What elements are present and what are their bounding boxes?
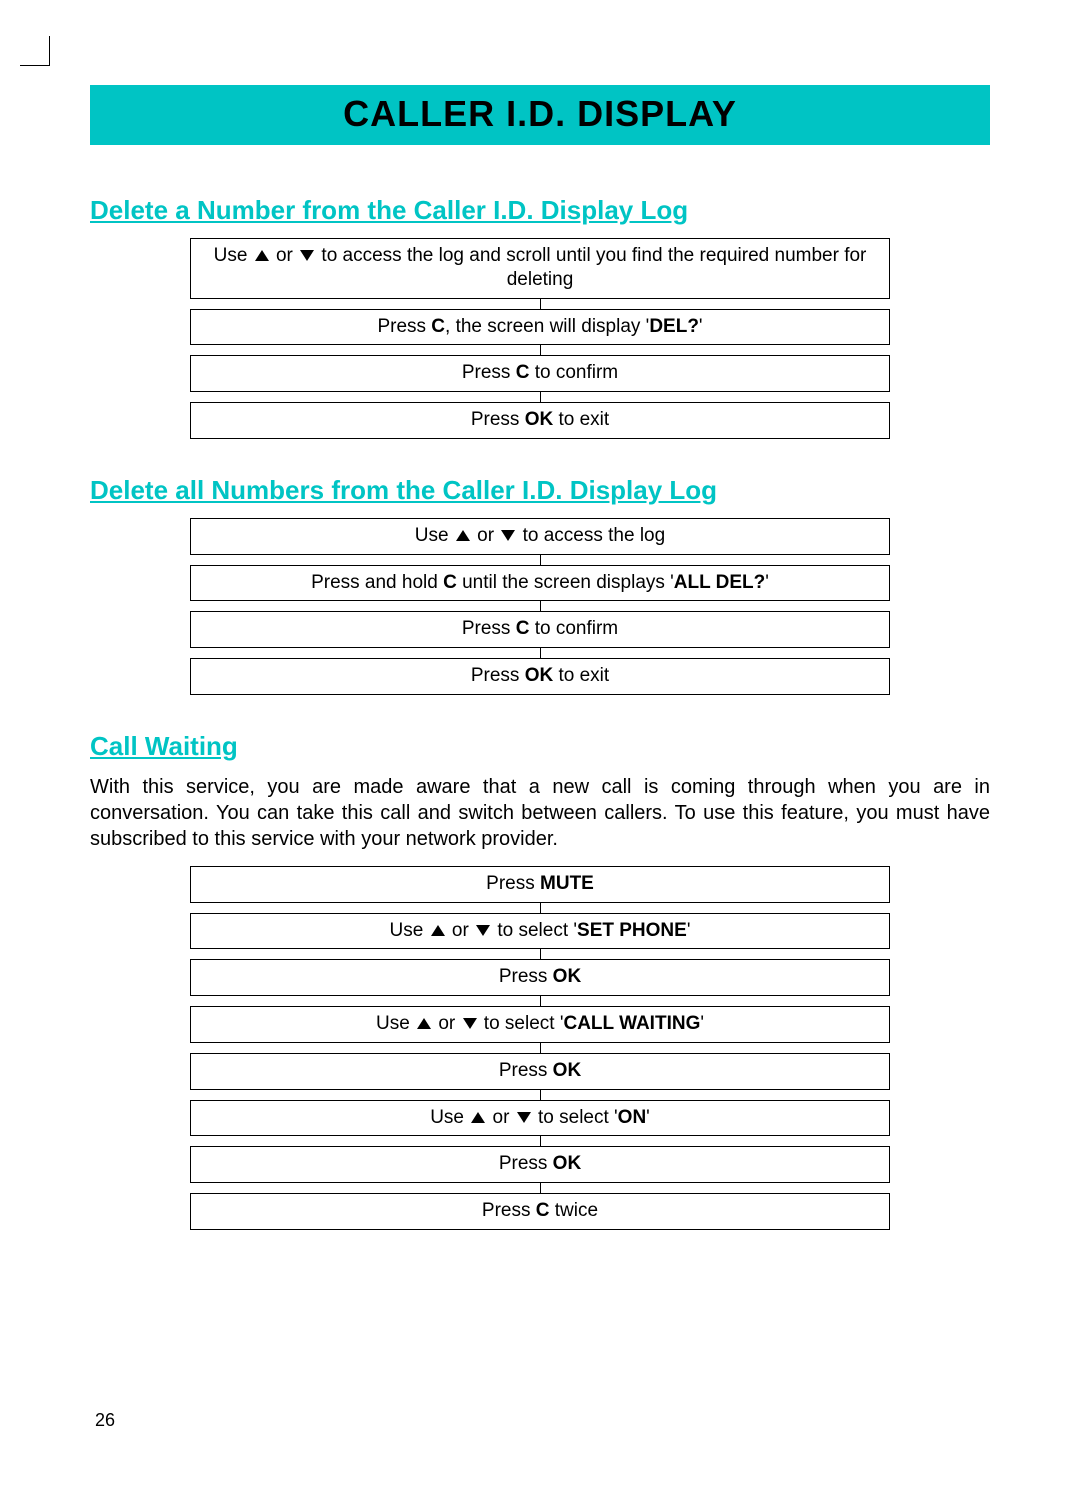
step-box: Use or to select 'ON' [190,1100,890,1137]
step-connector [540,1090,541,1100]
keyword: OK [553,1153,582,1174]
step-box: Press OK to exit [190,658,890,695]
up-arrow-icon [456,530,470,541]
up-arrow-icon [255,250,269,261]
down-arrow-icon [517,1112,531,1123]
step-box: Press C, the screen will display 'DEL?' [190,309,890,346]
section-heading: Delete all Numbers from the Caller I.D. … [90,475,990,506]
steps-flow: Use or to access the log Press and hold C… [190,518,890,695]
keyword: C [516,618,530,639]
step-box: Press OK [190,1146,890,1183]
step-connector [540,299,541,309]
keyword: C [516,362,530,383]
up-arrow-icon [431,925,445,936]
keyword: C [431,316,445,337]
keyword: MUTE [540,873,594,894]
keyword: OK [525,409,554,430]
page-title: CALLER I.D. DISPLAY [90,93,990,135]
section-paragraph: With this service, you are made aware th… [90,774,990,852]
step-box: Press and hold C until the screen displa… [190,565,890,602]
page-number: 26 [95,1410,115,1431]
step-connector [540,903,541,913]
keyword: C [536,1200,550,1221]
step-connector [540,555,541,565]
down-arrow-icon [463,1018,477,1029]
down-arrow-icon [300,250,314,261]
down-arrow-icon [476,925,490,936]
section: Delete a Number from the Caller I.D. Dis… [90,195,990,439]
manual-page: CALLER I.D. DISPLAY Delete a Number from… [0,0,1080,1491]
step-connector [540,345,541,355]
step-connector [540,1043,541,1053]
step-box: Press C twice [190,1193,890,1230]
step-connector [540,601,541,611]
step-box: Press MUTE [190,866,890,903]
up-arrow-icon [417,1018,431,1029]
keyword: OK [553,966,582,987]
keyword: C [443,572,457,593]
step-box: Press OK to exit [190,402,890,439]
step-box: Use or to access the log [190,518,890,555]
keyword: ON [618,1107,647,1128]
step-connector [540,996,541,1006]
down-arrow-icon [501,530,515,541]
step-connector [540,1183,541,1193]
keyword: DEL? [649,316,699,337]
steps-flow: Use or to access the log and scroll unti… [190,238,890,439]
steps-flow: Press MUTE Use or to select 'SET PHONE' Pr… [190,866,890,1230]
section-heading: Delete a Number from the Caller I.D. Dis… [90,195,990,226]
step-box: Press C to conﬁrm [190,355,890,392]
section: Delete all Numbers from the Caller I.D. … [90,475,990,695]
step-box: Press C to conﬁrm [190,611,890,648]
step-box: Press OK [190,1053,890,1090]
section: Call Waiting With this service, you are m… [90,731,990,1230]
crop-mark [20,36,50,66]
step-connector [540,1136,541,1146]
step-box: Use or to select 'CALL WAITING' [190,1006,890,1043]
keyword: CALL WAITING [563,1013,700,1034]
keyword: ALL DEL? [674,572,765,593]
step-box: Use or to access the log and scroll unti… [190,238,890,299]
keyword: OK [525,665,554,686]
content-sections: Delete a Number from the Caller I.D. Dis… [90,195,990,1230]
step-connector [540,648,541,658]
step-connector [540,392,541,402]
section-heading: Call Waiting [90,731,990,762]
keyword: SET PHONE [577,920,687,941]
step-box: Use or to select 'SET PHONE' [190,913,890,950]
step-connector [540,949,541,959]
page-title-bar: CALLER I.D. DISPLAY [90,85,990,145]
step-box: Press OK [190,959,890,996]
up-arrow-icon [471,1112,485,1123]
keyword: OK [553,1060,582,1081]
